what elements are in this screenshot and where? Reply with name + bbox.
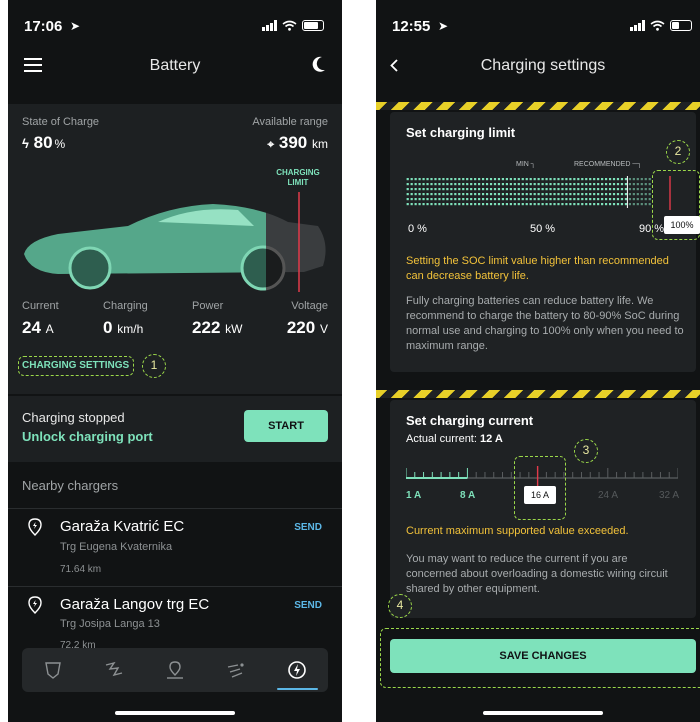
- car-icon: [44, 662, 61, 679]
- status-time: 12:55: [392, 18, 431, 35]
- charging-current-card: Set charging current Actual current: 12 …: [390, 400, 696, 618]
- top-nav: Charging settings: [376, 50, 700, 82]
- limit-value-badge: 100%: [664, 216, 700, 234]
- charger-distance: 71.64 km: [60, 564, 102, 575]
- callout-1: 1: [142, 354, 166, 378]
- callout-3: 3: [574, 439, 598, 463]
- min-label: MIN ┐: [516, 161, 536, 168]
- dark-mode-icon[interactable]: [312, 56, 326, 73]
- range-value: ⌖ 390 km: [267, 133, 328, 152]
- page-title: Battery: [149, 57, 201, 74]
- charger-pin-icon: [28, 596, 42, 614]
- status-bar: 17:06 ➤: [8, 18, 342, 38]
- bottom-tab-bar: [22, 648, 328, 692]
- recommended-label: RECOMMENDED ─┐: [574, 161, 643, 168]
- callout-4: 4: [388, 594, 412, 618]
- car-illustration: [24, 192, 326, 292]
- charging-status-card: Charging stopped Unlock charging port ST…: [8, 396, 342, 462]
- hazard-stripes: [376, 390, 700, 398]
- divider: [8, 508, 342, 509]
- status-bar: 12:55 ➤: [376, 18, 700, 38]
- charger-name: Garaža Kvatrić EC: [60, 518, 185, 535]
- tab-charging[interactable]: [267, 648, 328, 692]
- tab-route[interactable]: [83, 648, 144, 692]
- nearby-chargers-title: Nearby chargers: [22, 478, 119, 493]
- charging-current-title: Set charging current: [406, 413, 534, 428]
- current-tick-32a: 32 A: [659, 490, 680, 501]
- top-nav: Battery: [8, 50, 342, 82]
- current-tick-8a: 8 A: [460, 490, 476, 501]
- stat-charging: Charging 0 km/h: [103, 300, 148, 337]
- charging-status-title: Charging stopped: [22, 410, 125, 425]
- limit-tick-50: 50 %: [530, 223, 556, 235]
- actual-current: Actual current: 12 A: [406, 433, 503, 445]
- send-button[interactable]: SEND: [294, 522, 322, 533]
- charger-address: Trg Eugena Kvaternika: [60, 541, 173, 553]
- tab-location[interactable]: [144, 648, 205, 692]
- current-warning: Current maximum supported value exceeded…: [406, 525, 629, 537]
- charger-pin-icon: [28, 518, 42, 536]
- wifi-icon: [282, 20, 297, 31]
- tab-car[interactable]: [22, 648, 83, 692]
- location-arrow-icon: ➤: [438, 19, 449, 33]
- current-info: You may want to reduce the current if yo…: [406, 553, 668, 595]
- soc-value: ϟ 80%: [22, 133, 66, 152]
- stat-current: Current 24 A: [22, 300, 59, 337]
- range-pin-icon: ⌖: [267, 137, 275, 151]
- send-button[interactable]: SEND: [294, 600, 322, 611]
- charger-address: Trg Josipa Langa 13: [60, 618, 160, 630]
- tab-wind[interactable]: [206, 648, 267, 692]
- stat-voltage: Voltage 220 V: [286, 300, 328, 337]
- page-title: Charging settings: [480, 57, 606, 74]
- bolt-icon: ϟ: [22, 136, 29, 151]
- home-indicator: [115, 711, 235, 715]
- battery-status-icon: [670, 20, 692, 31]
- location-icon: [167, 661, 183, 679]
- divider: [8, 586, 342, 587]
- signal-icon: [262, 20, 277, 31]
- save-changes-button[interactable]: SAVE CHANGES: [390, 639, 696, 673]
- current-tick-1a: 1 A: [406, 490, 422, 501]
- wind-icon: [228, 663, 244, 678]
- location-arrow-icon: ➤: [70, 19, 81, 33]
- stat-power: Power 222 kW: [192, 300, 243, 337]
- battery-screen: 17:06 ➤ Battery State of Charge ϟ 80% Av…: [8, 0, 342, 722]
- charging-icon: [288, 661, 307, 679]
- home-indicator: [483, 711, 603, 715]
- unlock-port-link[interactable]: Unlock charging port: [22, 429, 153, 444]
- limit-tick-0: 0 %: [408, 223, 427, 235]
- current-tick-24a: 24 A: [598, 490, 619, 501]
- charging-limit-label: CHARGING LIMIT: [276, 168, 320, 187]
- signal-icon: [630, 20, 645, 31]
- callout-2: 2: [666, 140, 690, 164]
- limit-dot-grid: [406, 178, 651, 206]
- battery-status-icon: [302, 20, 324, 31]
- soc-label: State of Charge: [22, 116, 100, 128]
- charging-settings-screen: 12:55 ➤ Charging settings Set charging l…: [376, 0, 700, 722]
- status-time: 17:06: [24, 18, 63, 35]
- range-label: Available range: [252, 116, 328, 128]
- battery-status-card: State of Charge ϟ 80% Available range ⌖ …: [8, 104, 342, 394]
- limit-warning: Setting the SOC limit value higher than …: [406, 255, 669, 282]
- charging-settings-link[interactable]: CHARGING SETTINGS: [22, 360, 129, 371]
- route-icon: [105, 661, 122, 677]
- charger-item[interactable]: Garaža Langov trg EC Trg Josipa Langa 13…: [8, 592, 342, 652]
- charging-limit-title: Set charging limit: [406, 125, 516, 140]
- current-value-badge: 16 A: [524, 486, 556, 504]
- limit-info: Fully charging batteries can reduce batt…: [406, 295, 684, 352]
- start-button[interactable]: START: [244, 410, 328, 442]
- active-tab-indicator: [276, 688, 319, 690]
- charging-limit-card: Set charging limit MIN ┐ RECOMMENDED ─┐ …: [390, 112, 700, 372]
- wifi-icon: [650, 20, 665, 31]
- charger-name: Garaža Langov trg EC: [60, 596, 210, 613]
- charger-item[interactable]: Garaža Kvatrić EC Trg Eugena Kvaternika …: [8, 514, 342, 586]
- charging-stats: Current 24 A Charging 0 km/h Power 222 k…: [8, 300, 342, 338]
- hazard-stripes: [376, 102, 700, 110]
- charging-limit-slider[interactable]: [406, 176, 678, 210]
